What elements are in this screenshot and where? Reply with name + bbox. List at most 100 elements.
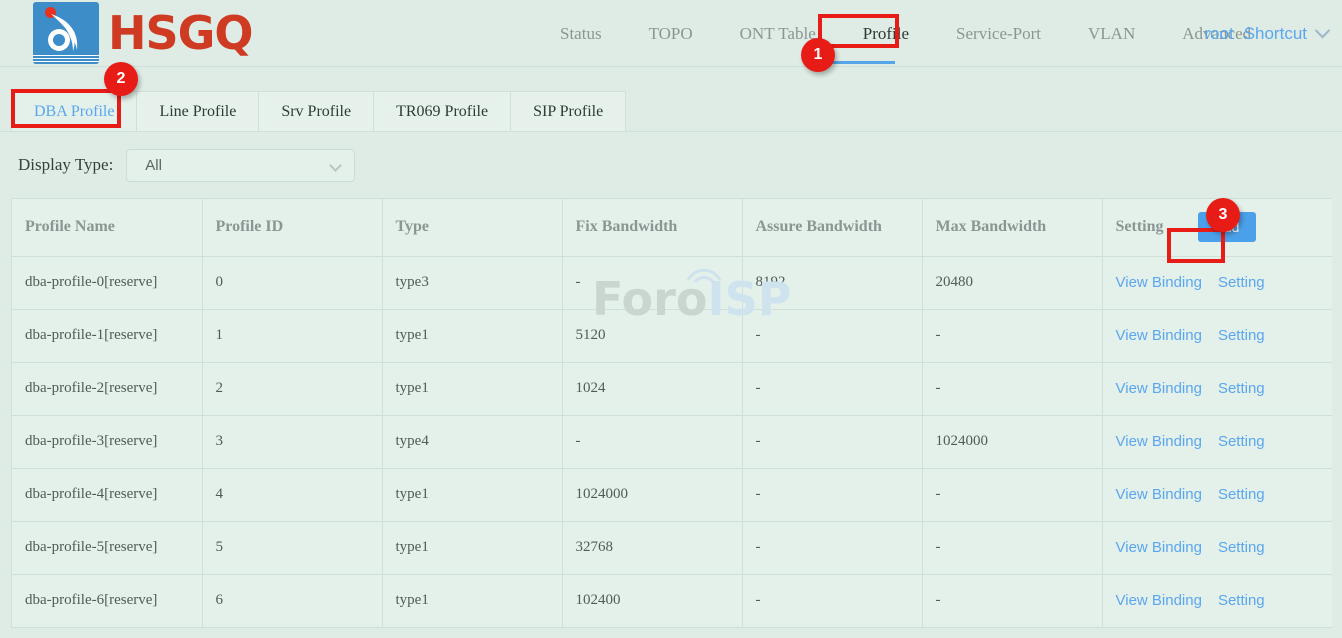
setting-link[interactable]: Setting xyxy=(1218,486,1265,503)
cell-actions: View Binding Setting xyxy=(1102,362,1332,415)
subtab-tr069-profile[interactable]: TR069 Profile xyxy=(373,91,511,131)
cell-profile-id: 4 xyxy=(202,468,382,521)
cell-max-bandwidth: - xyxy=(922,521,1102,574)
table-row[interactable]: dba-profile-6[reserve] 6 type1 102400 - … xyxy=(12,574,1332,627)
view-binding-link[interactable]: View Binding xyxy=(1116,380,1202,397)
cell-fix-bandwidth: 32768 xyxy=(562,521,742,574)
shortcut-menu[interactable]: Shortcut xyxy=(1244,24,1307,44)
subtab-sip-profile[interactable]: SIP Profile xyxy=(510,91,626,131)
view-binding-link[interactable]: View Binding xyxy=(1116,539,1202,556)
chevron-down-icon[interactable] xyxy=(1315,23,1331,39)
cell-fix-bandwidth: 5120 xyxy=(562,309,742,362)
cell-type: type1 xyxy=(382,309,562,362)
active-nav-underline xyxy=(823,61,895,64)
cell-assure-bandwidth: 8192 xyxy=(742,256,922,309)
header-right-group: root Shortcut xyxy=(1204,0,1328,67)
display-type-select[interactable]: All xyxy=(126,149,355,182)
cell-assure-bandwidth: - xyxy=(742,362,922,415)
table-row[interactable]: dba-profile-2[reserve] 2 type1 1024 - - … xyxy=(12,362,1332,415)
col-profile-id: Profile ID xyxy=(202,199,382,256)
cell-max-bandwidth: - xyxy=(922,468,1102,521)
col-type: Type xyxy=(382,199,562,256)
view-binding-link[interactable]: View Binding xyxy=(1116,274,1202,291)
cell-fix-bandwidth: 1024000 xyxy=(562,468,742,521)
logo-wave-glyph-icon xyxy=(39,8,93,56)
view-binding-link[interactable]: View Binding xyxy=(1116,486,1202,503)
col-max-bandwidth: Max Bandwidth xyxy=(922,199,1102,256)
main-nav: Status TOPO ONT Table Profile Service-Po… xyxy=(560,0,1298,67)
subtab-dba-profile[interactable]: DBA Profile xyxy=(11,91,137,131)
setting-link[interactable]: Setting xyxy=(1218,327,1265,344)
cell-actions: View Binding Setting xyxy=(1102,521,1332,574)
table-row[interactable]: dba-profile-1[reserve] 1 type1 5120 - - … xyxy=(12,309,1332,362)
table-row[interactable]: dba-profile-5[reserve] 5 type1 32768 - -… xyxy=(12,521,1332,574)
cell-assure-bandwidth: - xyxy=(742,415,922,468)
subtab-srv-profile[interactable]: Srv Profile xyxy=(258,91,374,131)
logo-stripes-icon xyxy=(33,55,99,64)
cell-profile-name: dba-profile-4[reserve] xyxy=(12,468,202,521)
cell-max-bandwidth: 1024000 xyxy=(922,415,1102,468)
cell-profile-name: dba-profile-3[reserve] xyxy=(12,415,202,468)
page-root: HSGQ Status TOPO ONT Table Profile Servi… xyxy=(0,0,1342,638)
table-row[interactable]: dba-profile-4[reserve] 4 type1 1024000 -… xyxy=(12,468,1332,521)
display-type-label: Display Type: xyxy=(18,155,113,175)
add-button[interactable]: Add xyxy=(1198,212,1257,242)
setting-link[interactable]: Setting xyxy=(1218,380,1265,397)
cell-actions: View Binding Setting xyxy=(1102,256,1332,309)
cell-type: type1 xyxy=(382,362,562,415)
cell-profile-id: 3 xyxy=(202,415,382,468)
view-binding-link[interactable]: View Binding xyxy=(1116,327,1202,344)
cell-profile-name: dba-profile-1[reserve] xyxy=(12,309,202,362)
nav-item-profile[interactable]: Profile xyxy=(863,24,909,44)
filter-bar: Display Type: All xyxy=(0,132,1342,198)
cell-profile-name: dba-profile-0[reserve] xyxy=(12,256,202,309)
cell-profile-name: dba-profile-6[reserve] xyxy=(12,574,202,627)
cell-profile-name: dba-profile-2[reserve] xyxy=(12,362,202,415)
dba-profile-table: Profile Name Profile ID Type Fix Bandwid… xyxy=(12,199,1332,628)
cell-profile-name: dba-profile-5[reserve] xyxy=(12,521,202,574)
nav-item-vlan[interactable]: VLAN xyxy=(1088,24,1135,44)
cell-profile-id: 6 xyxy=(202,574,382,627)
table-header-row: Profile Name Profile ID Type Fix Bandwid… xyxy=(12,199,1332,256)
nav-item-status[interactable]: Status xyxy=(560,24,602,44)
cell-max-bandwidth: - xyxy=(922,362,1102,415)
cell-type: type1 xyxy=(382,468,562,521)
cell-profile-id: 5 xyxy=(202,521,382,574)
cell-actions: View Binding Setting xyxy=(1102,415,1332,468)
cell-type: type1 xyxy=(382,574,562,627)
cell-max-bandwidth: - xyxy=(922,574,1102,627)
col-fix-bandwidth: Fix Bandwidth xyxy=(562,199,742,256)
cell-profile-id: 0 xyxy=(202,256,382,309)
setting-link[interactable]: Setting xyxy=(1218,274,1265,291)
brand-logo[interactable]: HSGQ xyxy=(33,2,253,64)
setting-link[interactable]: Setting xyxy=(1218,592,1265,609)
setting-link[interactable]: Setting xyxy=(1218,433,1265,450)
setting-link[interactable]: Setting xyxy=(1218,539,1265,556)
cell-type: type1 xyxy=(382,521,562,574)
view-binding-link[interactable]: View Binding xyxy=(1116,592,1202,609)
hsgq-wave-logo-icon xyxy=(33,2,99,64)
cell-fix-bandwidth: 1024 xyxy=(562,362,742,415)
cell-assure-bandwidth: - xyxy=(742,468,922,521)
cell-assure-bandwidth: - xyxy=(742,521,922,574)
col-profile-name: Profile Name xyxy=(12,199,202,256)
table-row[interactable]: dba-profile-0[reserve] 0 type3 - 8192 20… xyxy=(12,256,1332,309)
nav-item-topo[interactable]: TOPO xyxy=(649,24,693,44)
sub-tab-bar: DBA Profile Line Profile Srv Profile TR0… xyxy=(0,67,1342,132)
cell-actions: View Binding Setting xyxy=(1102,468,1332,521)
col-setting: Setting Add xyxy=(1102,199,1332,256)
cell-fix-bandwidth: 102400 xyxy=(562,574,742,627)
cell-type: type4 xyxy=(382,415,562,468)
cell-fix-bandwidth: - xyxy=(562,256,742,309)
table-row[interactable]: dba-profile-3[reserve] 3 type4 - - 10240… xyxy=(12,415,1332,468)
view-binding-link[interactable]: View Binding xyxy=(1116,433,1202,450)
cell-profile-id: 1 xyxy=(202,309,382,362)
user-menu-root[interactable]: root xyxy=(1204,24,1233,44)
subtab-line-profile[interactable]: Line Profile xyxy=(136,91,259,131)
chevron-down-icon[interactable] xyxy=(329,159,342,172)
nav-item-service-port[interactable]: Service-Port xyxy=(956,24,1041,44)
nav-item-ont-table[interactable]: ONT Table xyxy=(740,24,816,44)
cell-type: type3 xyxy=(382,256,562,309)
table-body: dba-profile-0[reserve] 0 type3 - 8192 20… xyxy=(12,256,1332,627)
cell-max-bandwidth: - xyxy=(922,309,1102,362)
